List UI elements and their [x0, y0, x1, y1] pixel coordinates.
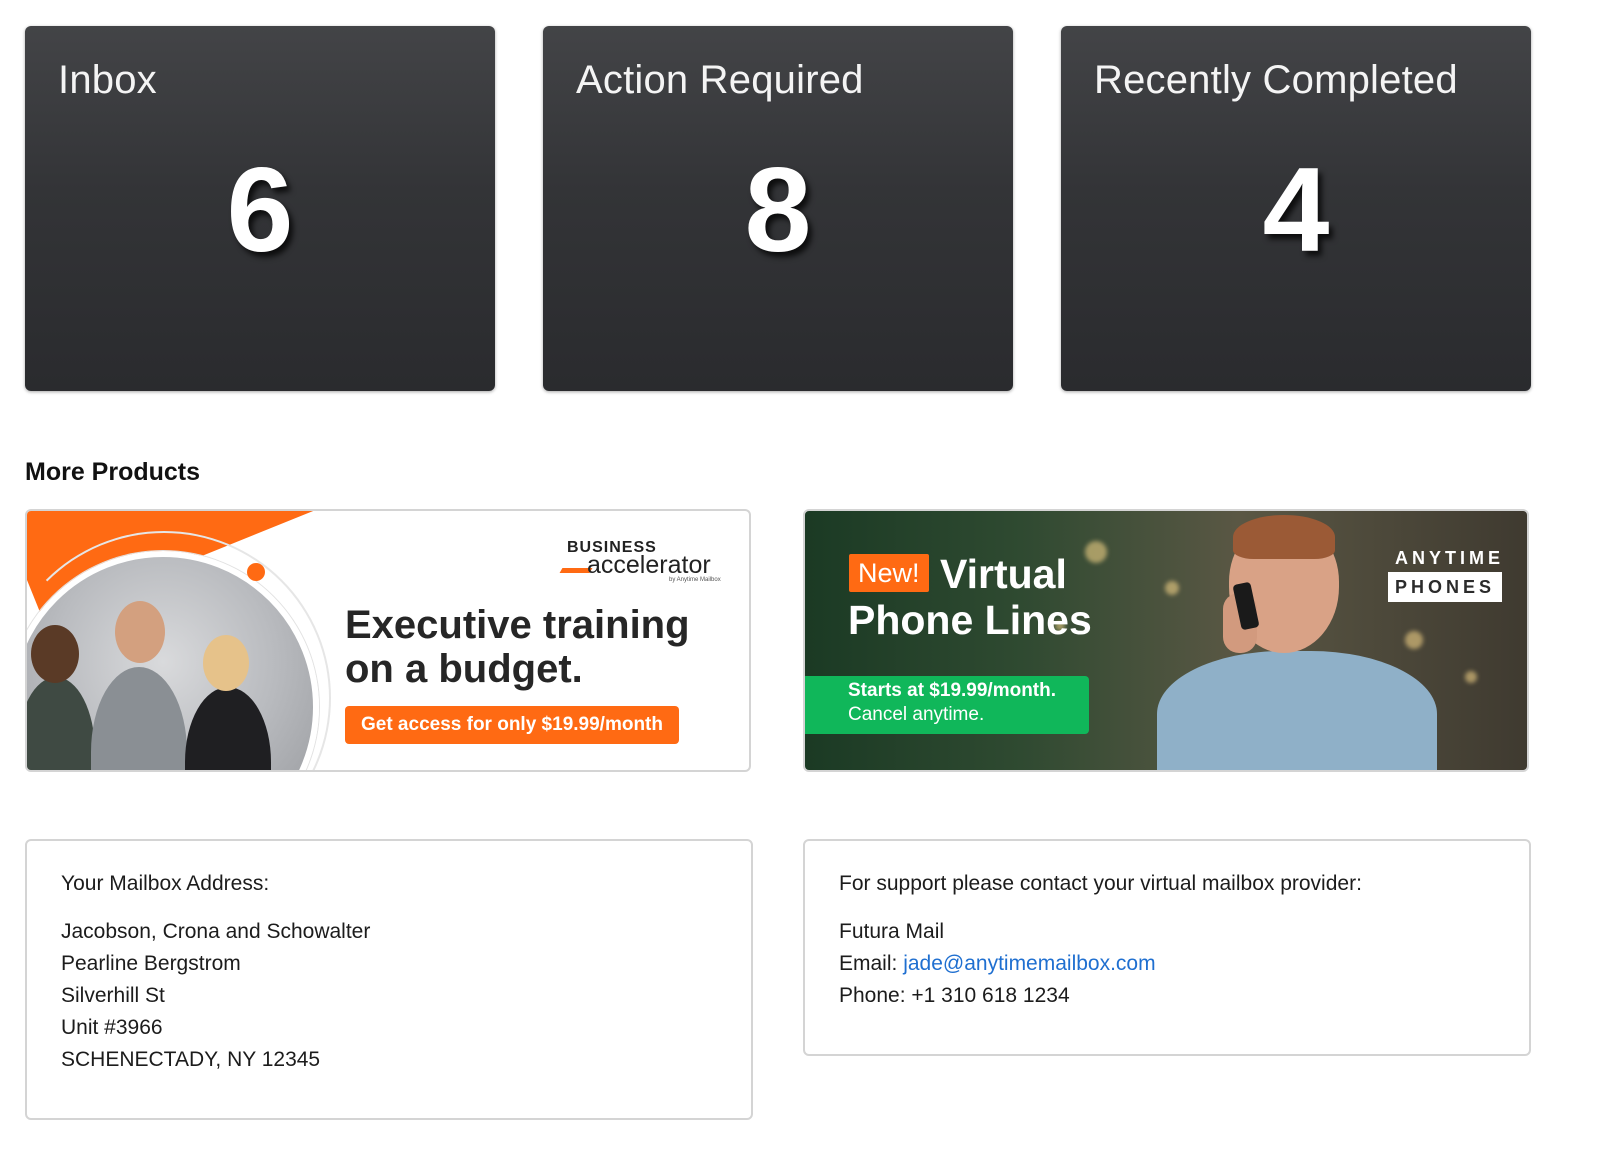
tile-title: Recently Completed: [1094, 58, 1458, 102]
bokeh-light: [1085, 541, 1107, 563]
bokeh-light: [1165, 581, 1179, 595]
cancel-line: Cancel anytime.: [848, 704, 985, 725]
support-phone: Phone: +1 310 618 1234: [839, 984, 1070, 1007]
mailbox-address-label: Your Mailbox Address:: [61, 872, 270, 895]
provider-name: Futura Mail: [839, 920, 945, 943]
tile-title: Action Required: [576, 58, 864, 102]
brand-phones: PHONES: [1388, 572, 1502, 602]
banner-headline: Executive training on a budget.: [345, 603, 690, 691]
tile-inbox[interactable]: Inbox 6: [25, 26, 495, 391]
address-line: Jacobson, Crona and Schowalter: [61, 920, 371, 943]
person-center: [91, 667, 187, 770]
business-accelerator-banner[interactable]: BUSINESS accelerator by Anytime Mailbox …: [25, 509, 751, 772]
address-line: SCHENECTADY, NY 12345: [61, 1048, 321, 1071]
address-line: Pearline Bergstrom: [61, 952, 241, 975]
person-right: [185, 687, 271, 770]
address-line: Silverhill St: [61, 984, 165, 1007]
tile-title: Inbox: [58, 58, 157, 102]
brand-anytime: ANYTIME: [1395, 548, 1504, 568]
address-line: Unit #3966: [61, 1016, 163, 1039]
virtual-phone-lines-banner[interactable]: New! Virtual Phone Lines Starts at $19.9…: [803, 509, 1529, 772]
support-email-link[interactable]: jade@anytimemailbox.com: [903, 952, 1155, 975]
support-label: For support please contact your virtual …: [839, 872, 1362, 895]
logo-byline: by Anytime Mailbox: [669, 577, 721, 583]
tile-count: 6: [226, 143, 294, 277]
new-badge: New!: [849, 554, 929, 592]
more-products-heading: More Products: [25, 458, 201, 486]
email-prefix: Email:: [839, 952, 904, 975]
logo-accelerator: accelerator: [587, 551, 711, 579]
person-right-head: [203, 635, 249, 691]
support-card: For support please contact your virtual …: [803, 839, 1531, 1056]
bokeh-light: [1405, 631, 1423, 649]
person-left-head: [31, 625, 79, 683]
tile-count: 4: [1262, 143, 1330, 277]
headline-line1: Executive training: [345, 603, 690, 647]
person-center-head: [115, 601, 165, 663]
headline-line1: Virtual: [940, 551, 1067, 597]
man-body: [1157, 651, 1437, 770]
mailbox-address-card: Your Mailbox Address: Jacobson, Crona an…: [25, 839, 753, 1120]
man-hair: [1233, 515, 1335, 559]
tile-action-required[interactable]: Action Required 8: [543, 26, 1013, 391]
price-line: Starts at $19.99/month.: [848, 680, 1057, 701]
get-access-button[interactable]: Get access for only $19.99/month: [345, 706, 679, 744]
tile-count: 8: [744, 143, 812, 277]
bokeh-light: [1465, 671, 1477, 683]
headline-line2: on a budget.: [345, 647, 583, 691]
person-left: [27, 677, 95, 770]
support-email-row: Email: jade@anytimemailbox.com: [839, 952, 1156, 976]
orange-dot: [247, 563, 265, 581]
tile-recently-completed[interactable]: Recently Completed 4: [1061, 26, 1531, 391]
headline-line2: Phone Lines: [848, 597, 1092, 643]
